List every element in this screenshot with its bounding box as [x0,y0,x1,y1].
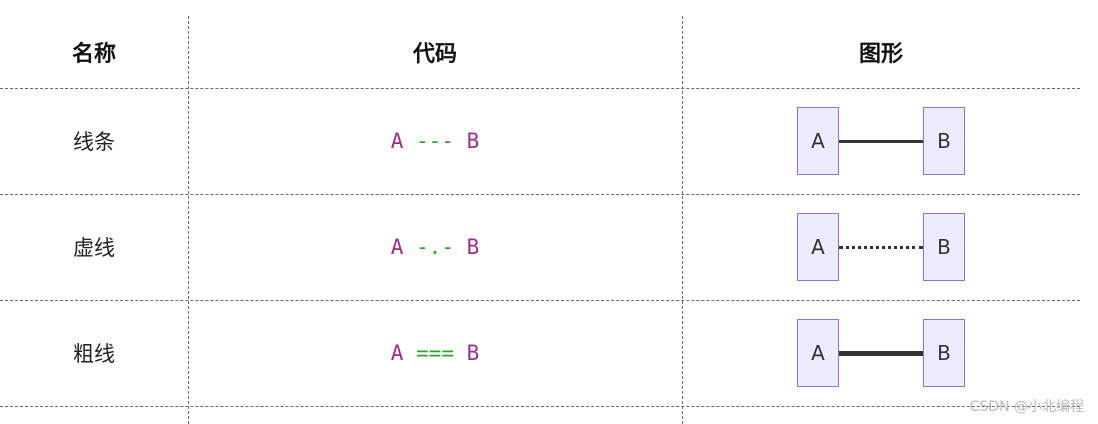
row-code-solid: A --- B [188,88,682,194]
row-figure-solid: A B [682,88,1080,194]
row-figure-thick: A B [682,300,1080,406]
row-code-dotted: A -.- B [188,194,682,300]
code-operator: -.- [416,235,454,259]
flow-diagram-solid: A B [797,107,965,175]
header-figure: 图形 [858,42,903,67]
code-node-left: A [390,341,404,365]
csdn-watermark: CSDN @小北编程 [969,399,1084,415]
node-box-a: A [797,107,839,175]
node-box-b: B [923,213,965,281]
row-name-solid: 线条 [73,130,115,154]
row-divider-3 [0,406,1080,407]
code-operator: === [416,341,454,365]
row-name-thick: 粗线 [73,342,115,366]
node-box-b: B [923,107,965,175]
code-node-right: B [466,341,480,365]
node-box-a: A [797,213,839,281]
node-box-b: B [923,319,965,387]
thick-link-line [839,351,923,356]
flow-diagram-thick: A B [797,319,965,387]
row-name-dotted: 虚线 [73,236,115,260]
header-code: 代码 [412,42,457,67]
code-node-right: B [466,129,480,153]
row-code-thick: A === B [188,300,682,406]
code-operator: --- [416,129,454,153]
dotted-link-line [839,246,923,249]
header-name: 名称 [71,42,116,67]
code-node-left: A [390,129,404,153]
node-box-a: A [797,319,839,387]
code-node-left: A [390,235,404,259]
code-node-right: B [466,235,480,259]
solid-link-line [839,140,923,143]
row-figure-dotted: A B [682,194,1080,300]
flow-diagram-dotted: A B [797,213,965,281]
